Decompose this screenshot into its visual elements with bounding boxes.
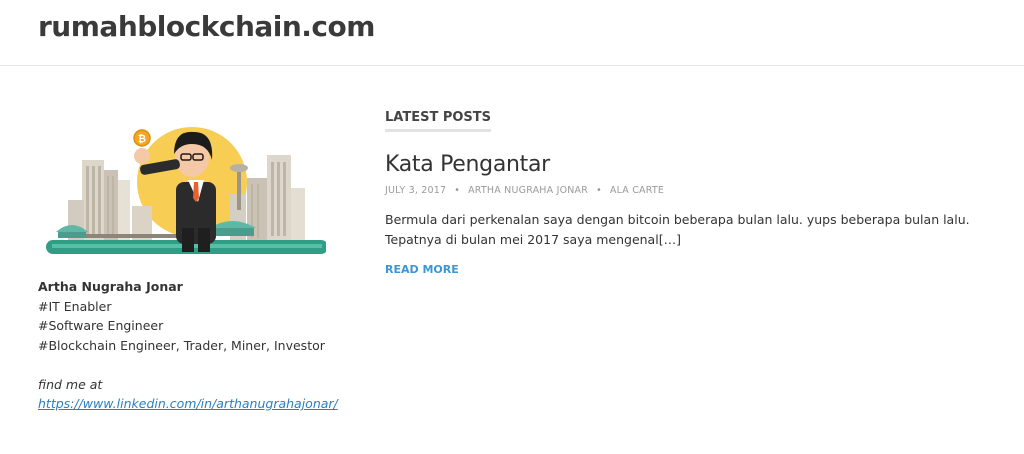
read-more-link[interactable]: READ MORE [385,263,459,276]
post-excerpt: Bermula dari perkenalan saya dengan bitc… [385,212,970,247]
author-illustration: ₿ [46,127,326,254]
author-name: Artha Nugraha Jonar [38,279,183,294]
author-bio: Artha Nugraha Jonar #IT Enabler #Softwar… [38,277,358,414]
post-category[interactable]: ALA CARTE [610,185,664,196]
post-date[interactable]: JULY 3, 2017 [385,185,446,196]
svg-text:₿: ₿ [138,133,146,145]
post-card: Kata Pengantar JULY 3, 2017 • ARTHA NUGRAH… [385,152,1005,277]
bio-line: #Software Engineer [38,318,164,333]
separator-dot: • [454,185,461,196]
site-title-link[interactable]: rumahblockchain.com [38,10,375,43]
section-heading: LATEST POSTS [385,110,492,132]
linkedin-link[interactable]: https://www.linkedin.com/in/arthanugraha… [38,396,338,411]
post-author[interactable]: ARTHA NUGRAHA JONAR [468,185,588,196]
separator-dot: • [596,185,602,196]
bio-line: #IT Enabler [38,298,112,314]
post-title[interactable]: Kata Pengantar [385,152,1005,177]
find-me-label: find me at [38,376,103,392]
main-content: LATEST POSTS Kata Pengantar JULY 3, 2017… [385,106,1005,277]
post-meta: JULY 3, 2017 • ARTHA NUGRAHA JONAR • ALA CAR… [385,185,1005,196]
bio-line: #Blockchain Engineer, Trader, Miner, Inv… [38,337,325,353]
site-header: rumahblockchain.com [0,0,1024,66]
